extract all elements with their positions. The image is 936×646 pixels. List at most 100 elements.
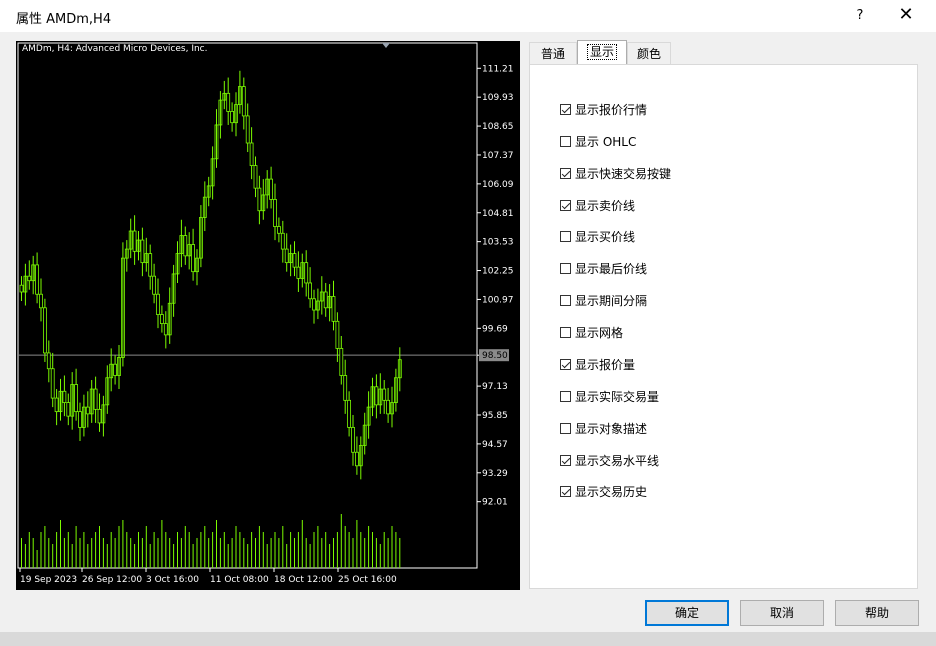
option-show-trade-levels[interactable]: 显示交易水平线 xyxy=(560,452,659,468)
candle-body xyxy=(269,178,274,200)
checkbox[interactable] xyxy=(560,103,571,115)
y-tick-label: 92.01 xyxy=(482,498,508,508)
tab-colors-label: 颜色 xyxy=(636,47,661,61)
option-show-trade-history[interactable]: 显示交易历史 xyxy=(560,483,647,499)
y-tick-label: 95.85 xyxy=(482,411,508,421)
option-show-one-click-trading[interactable]: 显示快速交易按键 xyxy=(560,165,671,181)
candle-body xyxy=(296,266,301,279)
x-tick-label: 25 Oct 16:00 xyxy=(338,575,397,585)
title-bar: 属性 AMDm,H4 ? ✕ xyxy=(0,0,936,32)
option-label: 显示报价行情 xyxy=(575,102,648,117)
y-tick-label: 97.13 xyxy=(482,382,508,392)
close-icon[interactable]: ✕ xyxy=(892,4,920,28)
tab-colors[interactable]: 颜色 xyxy=(627,42,671,64)
option-label: 显示对象描述 xyxy=(575,421,648,436)
option-label: 显示快速交易按键 xyxy=(575,166,672,181)
candle-body xyxy=(292,253,297,268)
candle-body xyxy=(152,275,157,295)
candle-body xyxy=(335,320,340,349)
option-label: 显示交易水平线 xyxy=(575,453,660,468)
show-options-panel: 显示报价行情 显示 OHLC 显示快速交易按键 显示卖价线 显示买价线 显示最后… xyxy=(529,64,918,589)
option-show-period-separators[interactable]: 显示期间分隔 xyxy=(560,292,647,308)
properties-dialog: 属性 AMDm,H4 ? ✕ 111.21 109.93 108.65 107.37 1… xyxy=(0,0,936,646)
candle-body xyxy=(241,86,246,117)
candle-body xyxy=(304,262,309,284)
y-tick-label: 104.81 xyxy=(482,209,514,219)
y-tick-label: 103.53 xyxy=(482,238,514,248)
candle-body xyxy=(386,399,391,415)
candle-body xyxy=(276,226,281,234)
checkbox[interactable] xyxy=(560,358,571,370)
checkbox[interactable] xyxy=(560,199,571,211)
option-show-ask-line[interactable]: 显示买价线 xyxy=(560,228,635,244)
checkbox[interactable] xyxy=(560,167,571,179)
candle-body xyxy=(148,253,153,277)
candle-body xyxy=(249,142,254,166)
candle-body xyxy=(42,307,47,354)
y-tick-label: 93.29 xyxy=(482,469,508,479)
candle-body xyxy=(253,165,258,189)
candle-body xyxy=(226,92,231,112)
candle-body xyxy=(62,390,67,403)
option-show-last-line[interactable]: 显示最后价线 xyxy=(560,260,647,276)
checkbox[interactable] xyxy=(560,294,571,306)
chart-symbol-label: AMDm, H4: Advanced Micro Devices, Inc. xyxy=(22,44,208,54)
chart-shift-marker xyxy=(382,43,390,48)
candle-body xyxy=(245,115,250,144)
x-tick-label: 18 Oct 12:00 xyxy=(274,575,333,585)
checkbox[interactable] xyxy=(560,390,571,402)
option-show-ohlc[interactable]: 显示 OHLC xyxy=(560,133,636,149)
option-show-grid[interactable]: 显示网格 xyxy=(560,324,623,340)
option-show-real-volume[interactable]: 显示实际交易量 xyxy=(560,388,659,404)
candle-body xyxy=(78,411,82,428)
x-tick-label: 11 Oct 08:00 xyxy=(210,575,269,585)
option-label: 显示网格 xyxy=(575,325,624,340)
tab-show[interactable]: 显示 xyxy=(577,40,627,65)
candle-body xyxy=(27,275,32,282)
candle-body xyxy=(93,388,98,410)
checkbox[interactable] xyxy=(560,422,571,434)
checkbox[interactable] xyxy=(560,230,571,242)
candle-body xyxy=(257,187,262,212)
candle-body xyxy=(74,384,78,413)
candle-body xyxy=(35,264,40,295)
y-tick-label: 111.21 xyxy=(482,64,514,74)
option-show-bid-line[interactable]: 显示卖价线 xyxy=(560,197,635,213)
checkbox[interactable] xyxy=(560,454,571,466)
option-show-quotes[interactable]: 显示报价行情 xyxy=(560,101,647,117)
help-button[interactable]: 帮助 xyxy=(835,600,919,626)
candle-body xyxy=(46,352,51,370)
checkbox[interactable] xyxy=(560,485,571,497)
candle-body xyxy=(132,230,137,252)
tab-common[interactable]: 普通 xyxy=(529,42,577,64)
candle-body xyxy=(347,399,352,428)
checkbox[interactable] xyxy=(560,326,571,338)
checkbox[interactable] xyxy=(560,262,571,274)
checkbox[interactable] xyxy=(560,135,571,147)
option-label: 显示期间分隔 xyxy=(575,293,648,308)
candle-body xyxy=(374,386,379,406)
y-tick-label: 102.25 xyxy=(482,267,514,277)
candle-body xyxy=(66,402,71,417)
option-label: 显示交易历史 xyxy=(575,484,648,499)
candle-body xyxy=(50,368,55,399)
candle-body xyxy=(230,111,235,124)
option-show-tick-volume[interactable]: 显示报价量 xyxy=(560,356,635,372)
candle-body xyxy=(382,388,387,401)
candle-body xyxy=(308,282,313,300)
candle-body xyxy=(156,293,160,315)
option-show-object-descriptions[interactable]: 显示对象描述 xyxy=(560,420,647,436)
help-icon[interactable]: ? xyxy=(848,4,872,28)
candle-body xyxy=(19,284,24,293)
option-label: 显示最后价线 xyxy=(575,261,648,276)
option-label: 显示买价线 xyxy=(575,229,636,244)
candle-body xyxy=(331,296,336,322)
tab-show-label: 显示 xyxy=(586,44,617,60)
cancel-button[interactable]: 取消 xyxy=(740,600,824,626)
ok-button[interactable]: 确定 xyxy=(645,600,729,626)
x-tick-label: 19 Sep 2023 xyxy=(20,575,77,585)
x-tick-label: 26 Sep 12:00 xyxy=(82,575,142,585)
candle-body xyxy=(85,406,90,415)
y-tick-label: 106.09 xyxy=(482,180,514,190)
y-tick-label: 98.50 xyxy=(482,351,508,361)
